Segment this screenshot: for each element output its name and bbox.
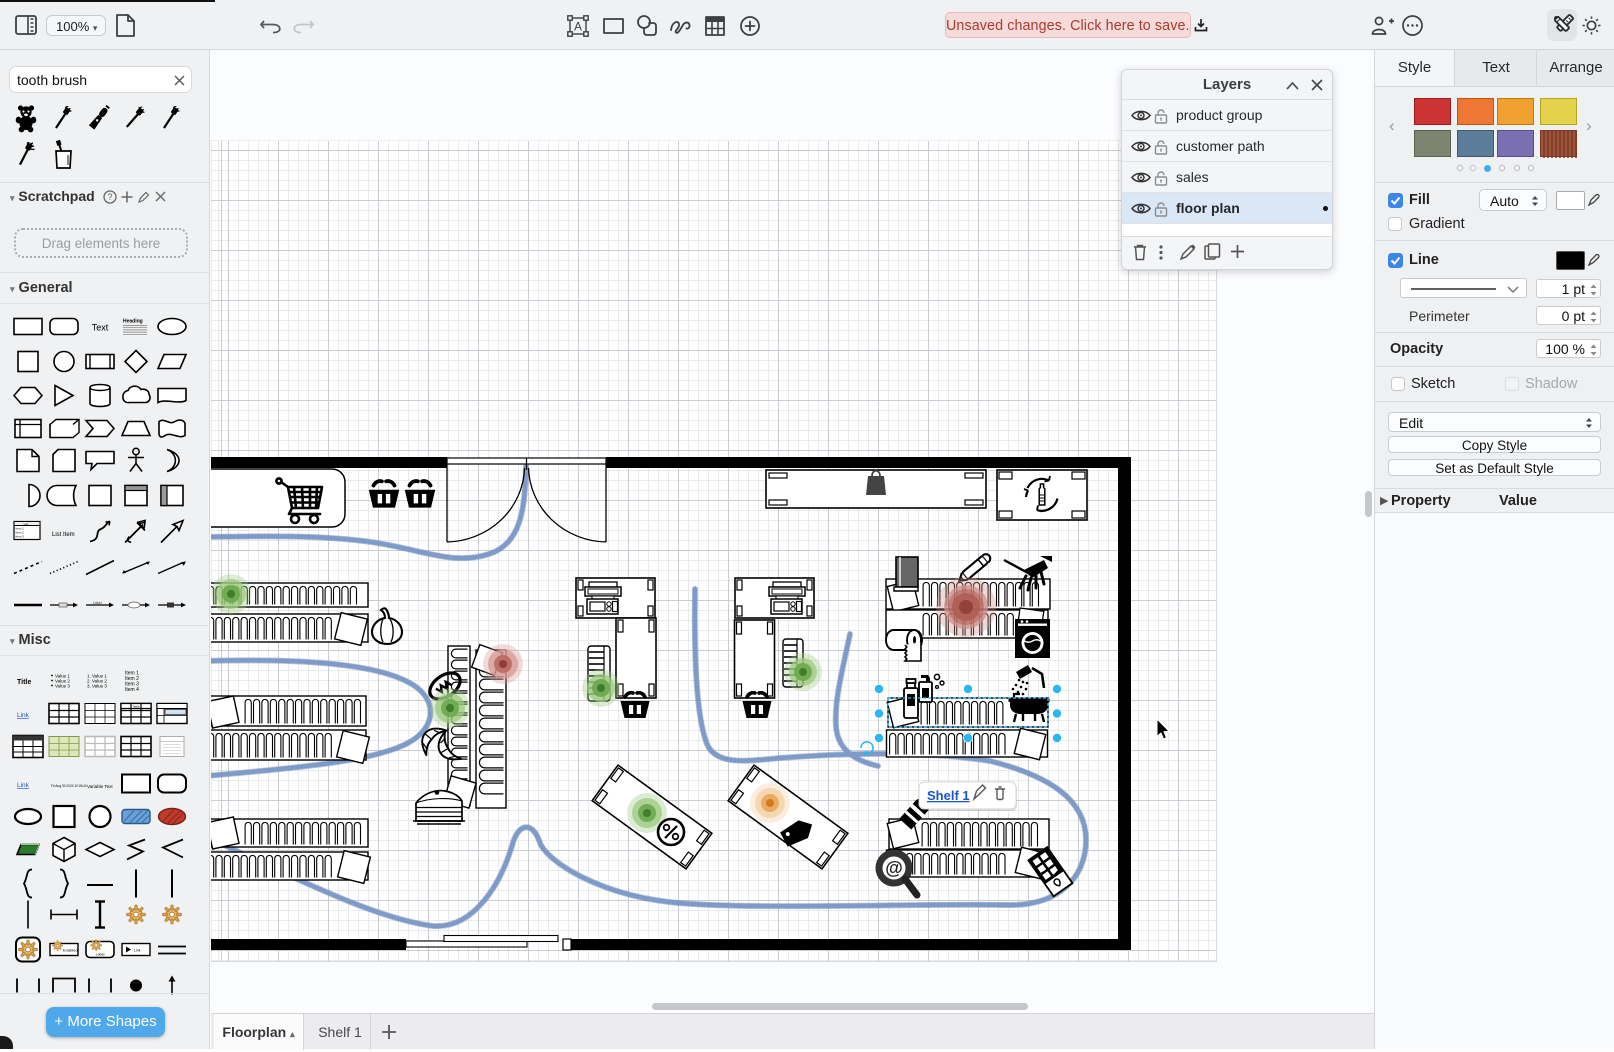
svg-text:?: ? bbox=[107, 192, 112, 202]
svg-text:Text: Text bbox=[92, 323, 109, 333]
svg-text:@: @ bbox=[885, 858, 903, 878]
svg-text:Shelf 1: Shelf 1 bbox=[927, 788, 970, 803]
svg-text:3. Value 3: 3. Value 3 bbox=[87, 684, 107, 689]
svg-text:List: List bbox=[24, 522, 29, 526]
svg-text:Label: Label bbox=[96, 953, 105, 957]
svg-text:Table: Table bbox=[132, 704, 140, 708]
svg-text:Variable Text: Variable Text bbox=[87, 784, 113, 789]
svg-text:Fri Aug 30 2024 10:26:42: Fri Aug 30 2024 10:26:42 bbox=[51, 784, 87, 788]
svg-text:Label: Label bbox=[93, 601, 102, 605]
svg-text:Item 4: Item 4 bbox=[125, 687, 139, 693]
svg-text:Value 3: Value 3 bbox=[55, 684, 70, 689]
svg-text:Item 3: Item 3 bbox=[16, 535, 25, 539]
svg-text:Link: Link bbox=[134, 949, 141, 953]
svg-text:List Item: List Item bbox=[52, 532, 75, 538]
svg-text:Link: Link bbox=[17, 712, 30, 719]
svg-text:Enabled: Enabled bbox=[63, 948, 78, 953]
svg-text:Title: Title bbox=[17, 679, 31, 686]
svg-text:Link: Link bbox=[17, 782, 30, 789]
svg-text:A: A bbox=[574, 20, 582, 34]
svg-text:Heading: Heading bbox=[123, 319, 143, 325]
